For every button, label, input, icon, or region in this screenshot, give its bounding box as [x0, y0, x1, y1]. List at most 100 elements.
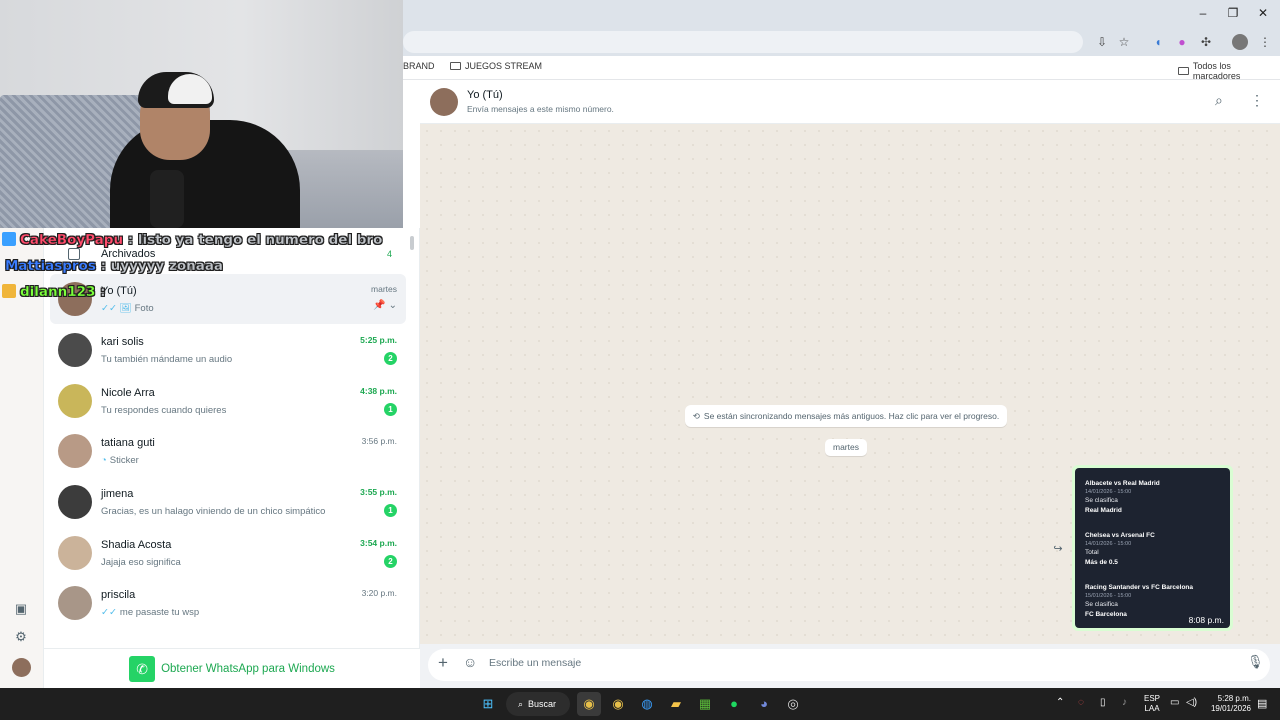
contact-name: Yo (Tú) [467, 89, 503, 101]
chat-text: Nicole Arra Tu respondes cuando quieres [101, 387, 337, 416]
attach-plus-icon[interactable]: + [438, 653, 448, 673]
chat-time: 3:56 p.m. [361, 436, 397, 446]
chat-time: 5:25 p.m. [360, 335, 397, 345]
windows-start-icon[interactable]: ⊞ [476, 692, 500, 716]
bookmark-label: JUEGOS STREAM [465, 61, 543, 71]
pin-and-chevron-icon[interactable]: 📌 ⌄ [337, 300, 397, 311]
chat-list-item[interactable]: jimena Gracias, es un halago viniendo de … [50, 477, 406, 527]
search-icon[interactable]: ⌕ [1215, 92, 1223, 109]
chat-time: martes [371, 284, 397, 294]
chat-meta: martes 📌 ⌄ [337, 284, 397, 311]
spotify-icon[interactable]: ● [722, 692, 746, 716]
chat-text: priscila ✓✓ me pasaste tu wsp [101, 589, 337, 618]
sticker-icon[interactable]: ☺ [463, 654, 477, 670]
minimize-window-button[interactable]: – [1188, 4, 1218, 22]
bookmark-brand[interactable]: BRAND [403, 61, 435, 71]
all-bookmarks-button[interactable]: Todos los marcadores [1178, 61, 1280, 81]
bookmark-star-icon[interactable]: ☆ [1116, 34, 1132, 50]
media-icon[interactable]: ▣ [12, 600, 30, 618]
language-indicator[interactable]: ESP LAA [1144, 694, 1160, 714]
sync-icon: ⟲ [692, 410, 700, 421]
chat-preview: Tu también mándame un audio [101, 354, 337, 365]
chat-list-item[interactable]: Shadia Acosta Jajaja eso significa 3:54 p.… [50, 528, 406, 578]
edge-icon[interactable]: ◍ [635, 692, 659, 716]
chat-list-item[interactable]: Nicole Arra Tu respondes cuando quieres 4:… [50, 376, 406, 426]
profile-avatar[interactable] [12, 658, 31, 677]
chat-text: tatiana guti ◔ Sticker [101, 437, 337, 466]
extension-purple-icon[interactable]: ● [1174, 34, 1190, 50]
folder-icon [1178, 67, 1189, 75]
photo-image[interactable]: Albacete vs Real Madrid 14/01/2026 - 15:… [1075, 468, 1230, 628]
chat-time: 3:20 p.m. [361, 588, 397, 598]
network-icon[interactable]: ▭ [1170, 697, 1179, 708]
taskbar-search-button[interactable]: ⌕ Buscar [506, 692, 570, 716]
bookmark-label: BRAND [403, 61, 435, 71]
chat-preview: ✓✓ 🖼 Foto [101, 303, 337, 314]
chat-preview-text: me pasaste tu wsp [119, 606, 200, 618]
address-bar[interactable] [403, 31, 1083, 53]
bookmark-juegos-stream[interactable]: JUEGOS STREAM [450, 61, 542, 71]
contact-avatar[interactable] [430, 88, 458, 116]
taskbar-search-label: Buscar [528, 699, 557, 709]
tray-overflow-icon[interactable]: ⌃ [1056, 697, 1064, 708]
microphone-icon[interactable]: 🎙 [1247, 654, 1264, 670]
tray-app-icon[interactable]: ◌ [1078, 697, 1084, 708]
extensions-puzzle-icon[interactable]: ✣ [1198, 34, 1214, 50]
chat-message: : listo ya tengo el numero del bro [127, 232, 383, 248]
chat-time: 3:54 p.m. [360, 538, 397, 548]
chat-time: 4:38 p.m. [360, 386, 397, 396]
match-card: Chelsea vs Arsenal FC 14/01/2026 - 15:00… [1085, 532, 1155, 566]
sync-notice[interactable]: ⟲ Se están sincronizando mensajes más an… [685, 405, 1007, 427]
tray-mic-icon[interactable]: ♪ [1122, 697, 1127, 708]
match-card: Racing Santander vs FC Barcelona 15/01/2… [1085, 584, 1194, 618]
chrome-icon[interactable]: ◉ [577, 692, 601, 716]
chat-avatar [58, 485, 92, 519]
chat-text: Shadia Acosta Jajaja eso significa [101, 539, 337, 568]
message-input[interactable]: Escribe un mensaje [489, 657, 581, 669]
list-scrollbar[interactable] [410, 236, 414, 250]
forward-icon[interactable]: ↪ [1048, 539, 1068, 559]
chat-meta: 3:56 p.m. [337, 436, 397, 446]
date-separator: martes [825, 439, 867, 456]
chat-list-item[interactable]: tatiana guti ◔ Sticker 3:56 p.m. [50, 426, 406, 476]
chat-preview: ◔ Sticker [101, 455, 337, 466]
photo-message[interactable]: Albacete vs Real Madrid 14/01/2026 - 15:… [1072, 465, 1233, 631]
language-code: ESP [1144, 694, 1161, 703]
volume-icon[interactable]: ◁) [1186, 697, 1197, 708]
chat-preview: Tu respondes cuando quieres [101, 405, 337, 416]
unread-count-badge: 2 [384, 352, 397, 365]
file-explorer-icon[interactable]: ▰ [664, 692, 688, 716]
conversation-header[interactable]: Yo (Tú) Envía mensajes a este mismo núme… [420, 80, 1280, 124]
browser-menu-icon[interactable]: ⋮ [1257, 34, 1273, 50]
chat-preview-text: Tu respondes cuando quieres [101, 404, 227, 416]
chat-list-item[interactable]: priscila ✓✓ me pasaste tu wsp 3:20 p.m. [50, 578, 406, 628]
unread-count-badge: 1 [384, 403, 397, 416]
message-time: 8:08 p.m. [1188, 615, 1224, 625]
notifications-icon[interactable]: ▤ [1257, 697, 1267, 710]
menu-dots-icon[interactable]: ⋮ [1250, 92, 1264, 109]
get-windows-app-banner[interactable]: ✆ Obtener WhatsApp para Windows [44, 648, 420, 688]
chat-list-item[interactable]: kari solis Tu también mándame un audio 5:2… [50, 325, 406, 375]
all-bookmarks-label: Todos los marcadores [1192, 61, 1241, 81]
chat-message: : uyyyyy zonaaa [100, 258, 224, 274]
discord-icon[interactable]: ◕ [752, 692, 776, 716]
stream-chat-line: dilann123 : [2, 284, 106, 300]
install-app-icon[interactable]: ⇩ [1094, 34, 1110, 50]
extension-audio-icon[interactable]: ◖ [1150, 34, 1166, 50]
chrome-profile-icon[interactable]: ◉ [606, 692, 630, 716]
clock[interactable]: 5:28 p.m. 19/01/2026 [1205, 694, 1251, 714]
chat-preview-text: Jajaja eso significa [101, 556, 181, 568]
minecraft-icon[interactable]: ▦ [693, 692, 717, 716]
chat-preview-text: Gracias, es un halago viniendo de un chi… [101, 505, 326, 517]
profile-avatar-icon[interactable] [1232, 34, 1248, 50]
obs-icon[interactable]: ◎ [781, 692, 805, 716]
maximize-window-button[interactable]: ❐ [1218, 4, 1248, 22]
tray-usb-icon[interactable]: ▯ [1100, 697, 1106, 708]
unread-count-badge: 2 [384, 555, 397, 568]
whatsapp-logo-icon: ✆ [129, 655, 156, 682]
close-window-button[interactable]: ✕ [1248, 4, 1278, 22]
stream-chat-line: Mattiaspros : uyyyyy zonaaa [5, 258, 223, 274]
chat-name: Nicole Arra [101, 386, 155, 399]
settings-gear-icon[interactable]: ⚙ [12, 628, 30, 646]
chat-preview-text: Foto [134, 302, 154, 314]
